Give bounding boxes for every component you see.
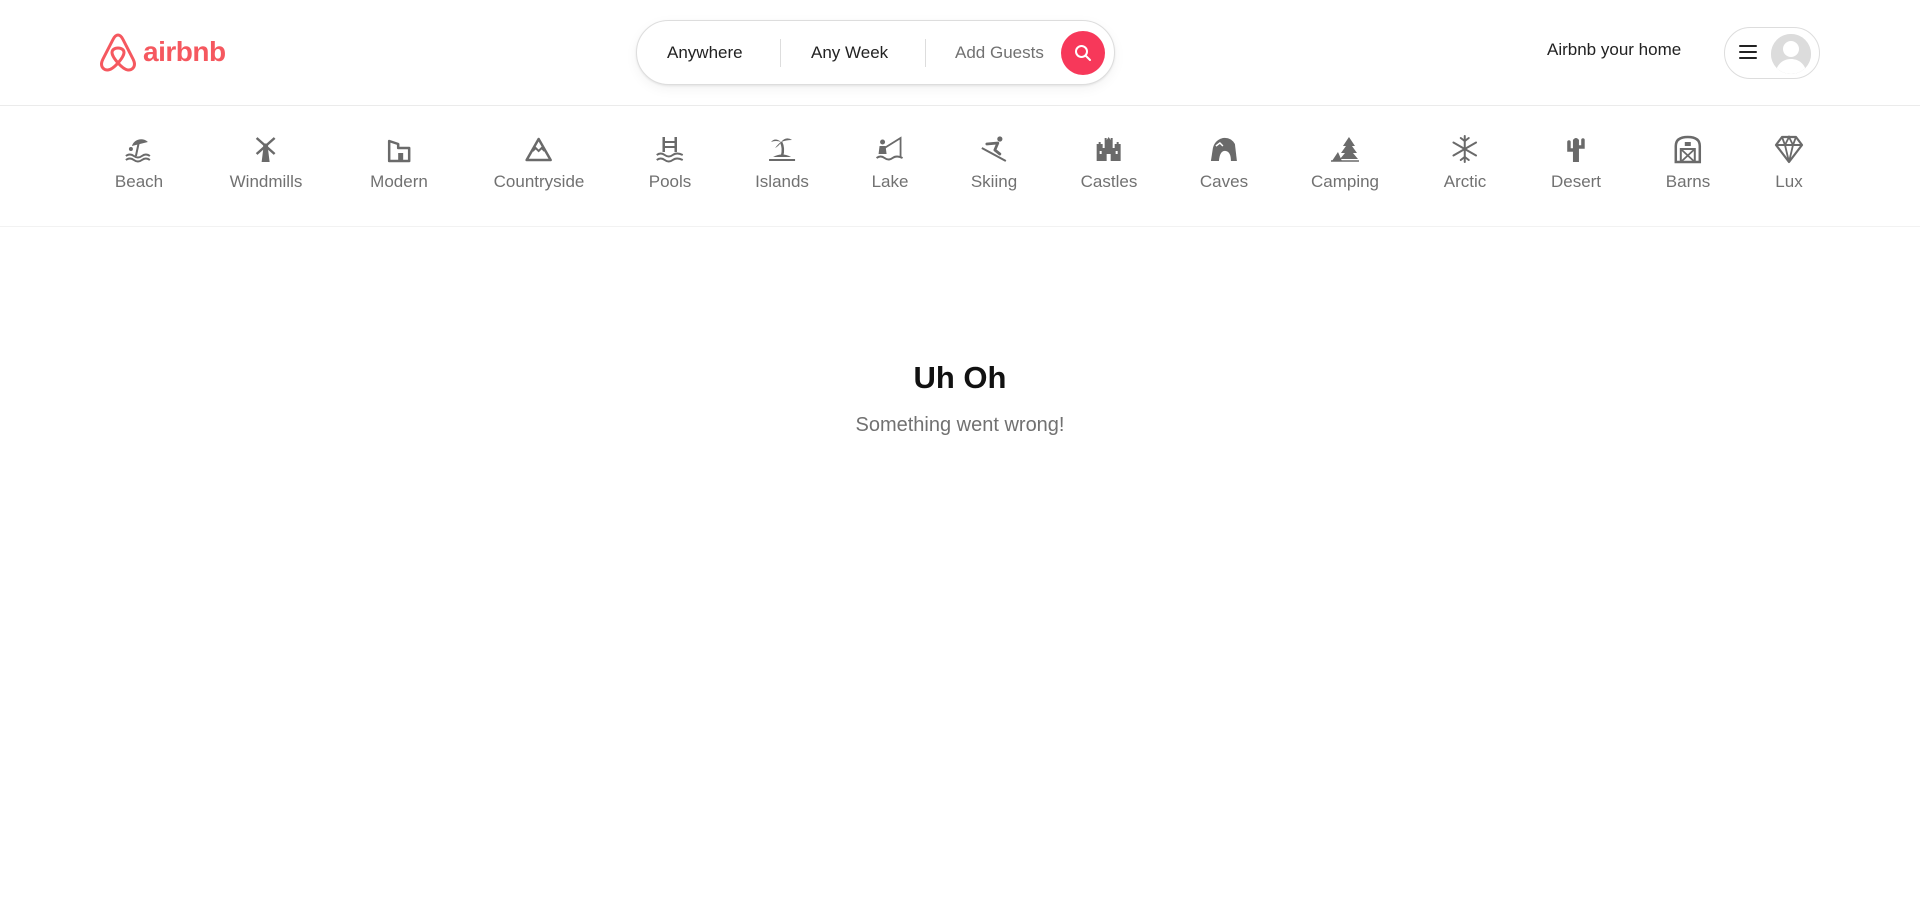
airbnb-logo-icon <box>100 33 136 72</box>
category-castles[interactable]: Castles <box>1080 134 1138 204</box>
pool-ladder-icon <box>655 134 685 164</box>
cave-icon <box>1209 134 1239 164</box>
category-desert[interactable]: Desert <box>1551 134 1601 204</box>
category-caves[interactable]: Caves <box>1200 134 1248 204</box>
castle-icon <box>1094 134 1124 164</box>
category-label: Modern <box>370 172 428 191</box>
error-message: Something went wrong! <box>855 414 1065 436</box>
category-label: Windmills <box>229 172 303 191</box>
default-user-icon <box>1771 34 1811 74</box>
host-your-home-link[interactable]: Airbnb your home <box>1547 40 1681 60</box>
category-arctic[interactable]: Arctic <box>1443 134 1487 204</box>
brand-name: airbnb <box>143 36 226 67</box>
snowflake-icon <box>1450 134 1480 164</box>
user-menu-button[interactable] <box>1724 27 1820 79</box>
category-windmills[interactable]: Windmills <box>229 134 303 204</box>
category-label: Castles <box>1080 172 1138 191</box>
category-label: Countryside <box>493 172 585 191</box>
modern-house-icon <box>384 134 414 164</box>
barn-icon <box>1673 134 1703 164</box>
category-countryside[interactable]: Countryside <box>493 134 585 204</box>
category-label: Islands <box>755 172 809 191</box>
category-islands[interactable]: Islands <box>755 134 809 204</box>
search-icon <box>1075 45 1091 61</box>
airbnb-logo[interactable]: airbnb <box>99 32 226 72</box>
category-label: Lux <box>1775 172 1803 191</box>
search-divider <box>925 39 926 67</box>
category-pools[interactable]: Pools <box>648 134 692 204</box>
lake-fishing-icon <box>875 134 905 164</box>
category-label: Caves <box>1199 172 1249 191</box>
category-beach[interactable]: Beach <box>115 134 163 204</box>
category-label: Barns <box>1665 172 1711 191</box>
category-label: Skiing <box>970 172 1018 191</box>
category-bar: Beach Windmills Modern Countryside Pools… <box>0 106 1920 227</box>
mountain-icon <box>524 134 554 164</box>
category-skiing[interactable]: Skiing <box>971 134 1017 204</box>
error-title: Uh Oh <box>913 360 1007 395</box>
category-label: Desert <box>1550 172 1602 191</box>
beach-umbrella-icon <box>124 134 154 164</box>
search-button[interactable] <box>1061 31 1105 75</box>
search-bar[interactable]: Anywhere Any Week Add Guests <box>636 20 1115 85</box>
cactus-icon <box>1561 134 1591 164</box>
category-label: Beach <box>114 172 164 191</box>
island-palm-icon <box>767 134 797 164</box>
category-camping[interactable]: Camping <box>1311 134 1379 204</box>
category-barns[interactable]: Barns <box>1666 134 1710 204</box>
location-filter[interactable]: Anywhere <box>667 21 743 84</box>
category-label: Camping <box>1310 172 1380 191</box>
category-label: Lake <box>871 172 909 191</box>
search-divider <box>780 39 781 67</box>
top-header: airbnb Anywhere Any Week Add Guests Airb… <box>0 0 1920 106</box>
guests-filter[interactable]: Add Guests <box>955 21 1044 84</box>
skier-icon <box>979 134 1009 164</box>
hamburger-menu-icon <box>1739 45 1757 61</box>
dates-filter[interactable]: Any Week <box>811 21 888 84</box>
category-lake[interactable]: Lake <box>871 134 909 204</box>
diamond-icon <box>1774 134 1804 164</box>
avatar <box>1771 34 1811 74</box>
category-modern[interactable]: Modern <box>370 134 428 204</box>
windmill-icon <box>251 134 281 164</box>
category-label: Arctic <box>1443 172 1487 191</box>
category-lux[interactable]: Lux <box>1774 134 1804 204</box>
category-label: Pools <box>648 172 692 191</box>
camping-tree-icon <box>1330 134 1360 164</box>
